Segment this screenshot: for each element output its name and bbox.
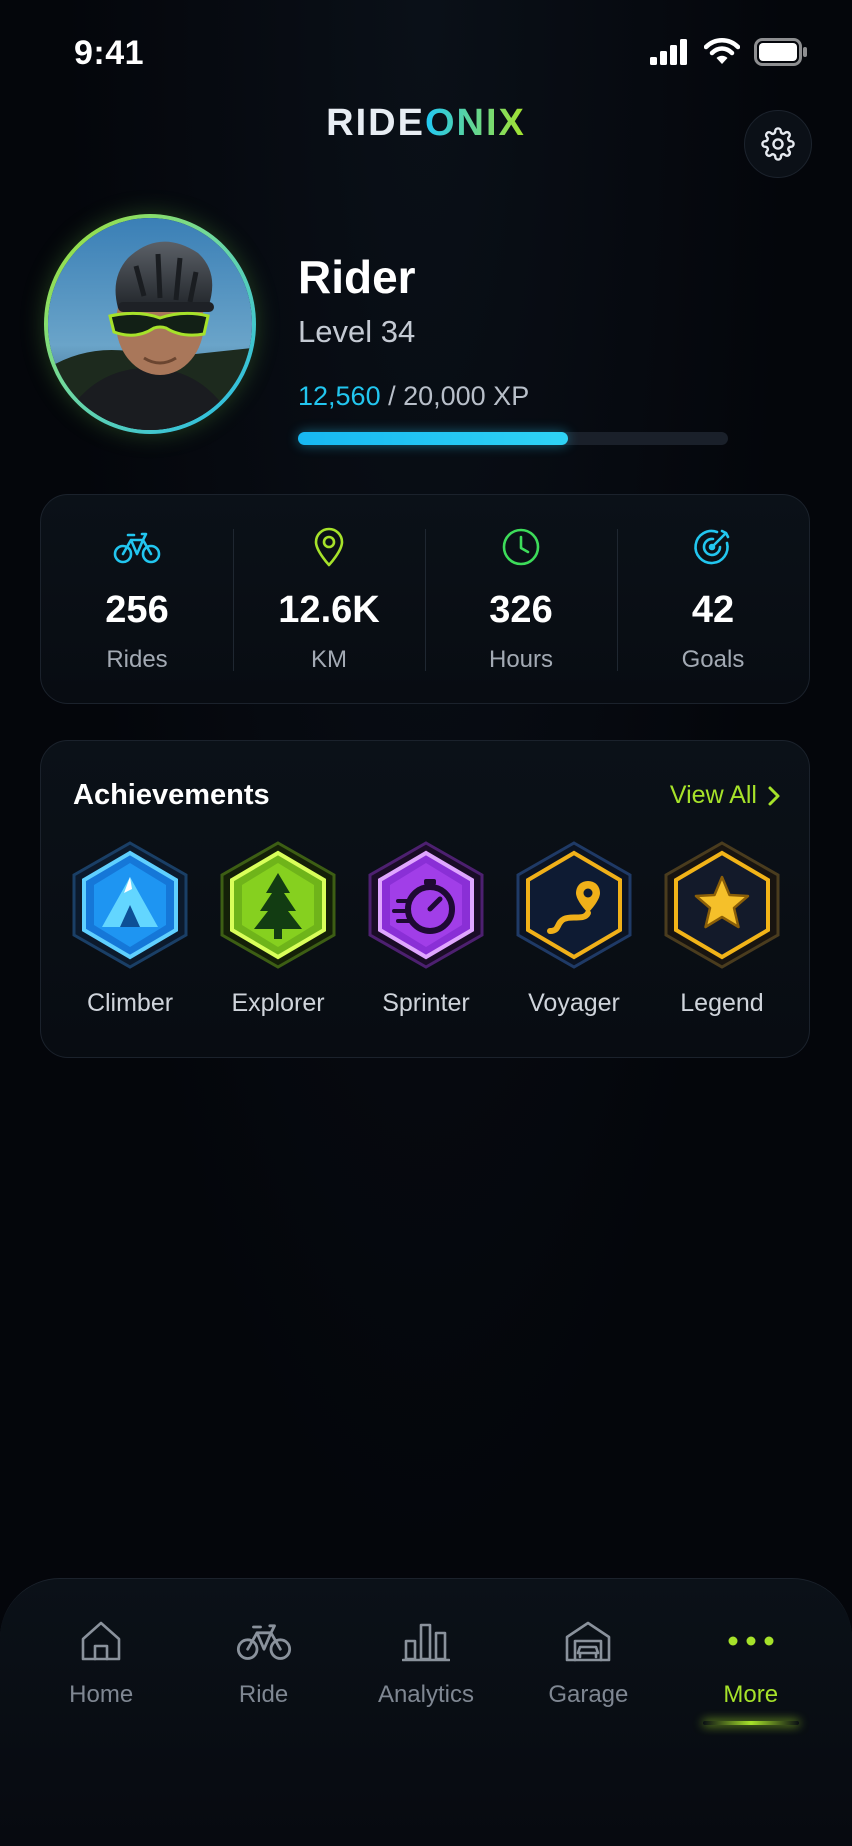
badge-voyager[interactable]: Voyager	[503, 839, 645, 1018]
nav-item-analytics[interactable]: Analytics	[351, 1579, 501, 1846]
stopwatch-icon	[368, 841, 484, 969]
bar-chart-icon	[401, 1615, 450, 1667]
profile-screen: 9:41 RIDEONIX Rider Level 34 12,560 / 20…	[0, 0, 852, 1846]
profile-name: Rider	[298, 251, 416, 303]
stat-label: Goals	[681, 646, 745, 673]
route-icon	[516, 841, 632, 969]
nav-item-ride[interactable]: Ride	[189, 1579, 339, 1846]
xp-text: 12,560 / 20,000 XP	[298, 381, 529, 412]
brand-logo: RIDEONIX	[0, 102, 852, 145]
stat-value: 256	[105, 589, 169, 631]
achievements-title: Achievements	[73, 779, 270, 811]
stat-label: Hours	[488, 646, 554, 673]
nav-item-more[interactable]: More	[676, 1579, 826, 1846]
status-icons	[650, 38, 808, 66]
stat-value: 326	[489, 589, 553, 631]
badge-list: Climber Explorer Sprinter Voyager Legend	[59, 839, 793, 1018]
map-pin-icon	[311, 525, 347, 569]
badge-climber[interactable]: Climber	[59, 839, 201, 1018]
stat-km[interactable]: 12.6K KM	[233, 495, 425, 703]
stats-card: 256 Rides 12.6K KM 326 Hours 42 Goals	[40, 494, 810, 704]
bike-icon	[236, 1615, 292, 1667]
view-all-label: View All	[669, 781, 757, 809]
active-tab-indicator	[702, 1721, 799, 1725]
bike-icon	[113, 525, 161, 569]
home-icon	[78, 1615, 124, 1667]
nav-label: Home	[69, 1681, 134, 1708]
cellular-signal-icon	[650, 39, 687, 65]
avatar-photo	[48, 218, 252, 430]
gear-icon	[761, 127, 795, 161]
bottom-nav: Home Ride Analytics Garage More	[0, 1578, 852, 1846]
badge-label: Sprinter	[382, 989, 470, 1017]
stat-label: Rides	[106, 646, 168, 673]
status-time: 9:41	[74, 34, 145, 72]
nav-item-garage[interactable]: Garage	[513, 1579, 663, 1846]
xp-progress-fill	[298, 432, 569, 445]
nav-label: Garage	[548, 1681, 629, 1708]
star-icon	[664, 841, 780, 969]
garage-icon	[564, 1615, 612, 1667]
stat-rides[interactable]: 256 Rides	[41, 495, 233, 703]
nav-label: Analytics	[377, 1681, 474, 1708]
badge-explorer[interactable]: Explorer	[207, 839, 349, 1018]
stat-value: 42	[691, 589, 735, 631]
nav-item-home[interactable]: Home	[26, 1579, 176, 1846]
brand-logo-part2: ONIX	[424, 102, 526, 144]
more-dots-icon	[727, 1615, 775, 1667]
mountain-icon	[72, 841, 188, 969]
brand-logo-part1: RIDE	[326, 102, 425, 144]
badge-label: Voyager	[528, 989, 620, 1017]
xp-progress-bar	[298, 432, 728, 445]
avatar[interactable]	[44, 214, 256, 434]
badge-label: Climber	[86, 989, 174, 1017]
clock-icon	[501, 525, 541, 569]
chevron-right-icon	[768, 786, 780, 805]
status-bar: 9:41	[0, 0, 852, 100]
badge-label: Explorer	[231, 989, 325, 1017]
nav-label: Ride	[238, 1681, 289, 1708]
wifi-icon	[704, 38, 740, 64]
settings-button[interactable]	[744, 110, 812, 178]
view-all-link[interactable]: View All	[670, 781, 781, 810]
xp-total: / 20,000 XP	[380, 381, 530, 411]
battery-icon	[754, 38, 807, 66]
tree-icon	[220, 841, 336, 969]
stat-goals[interactable]: 42 Goals	[617, 495, 809, 703]
profile-level: Level 34	[298, 314, 416, 349]
target-icon	[692, 525, 734, 569]
xp-current: 12,560	[298, 381, 381, 411]
badge-label: Legend	[680, 989, 764, 1017]
stat-label: KM	[311, 646, 347, 673]
nav-label: More	[723, 1681, 779, 1708]
badge-legend[interactable]: Legend	[651, 839, 793, 1018]
badge-sprinter[interactable]: Sprinter	[355, 839, 497, 1018]
stat-value: 12.6K	[278, 589, 380, 631]
stat-hours[interactable]: 326 Hours	[425, 495, 617, 703]
achievements-card: Achievements View All Climber Explorer S…	[40, 740, 810, 1058]
